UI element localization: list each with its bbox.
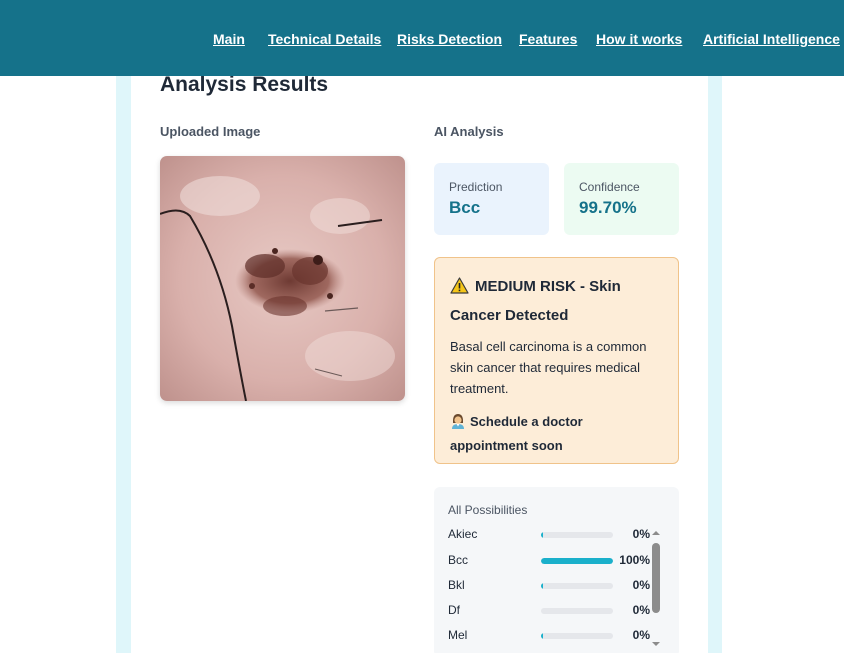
possibility-bar — [541, 532, 613, 538]
uploaded-skin-image — [160, 156, 405, 401]
possibility-row: Mel 0% — [448, 628, 663, 646]
possibility-bar-fill — [541, 633, 543, 639]
risk-description: Basal cell carcinoma is a common skin ca… — [450, 339, 647, 396]
uploaded-image-label: Uploaded Image — [160, 124, 261, 139]
possibility-name: Bcc — [448, 553, 469, 567]
risk-action-text: Schedule a doctor appointment soon — [450, 414, 583, 453]
possibility-bar-fill — [541, 532, 543, 538]
doctor-icon — [450, 413, 466, 435]
prediction-label: Prediction — [449, 180, 503, 194]
possibility-bar — [541, 583, 613, 589]
possibility-name: Akiec — [448, 527, 478, 541]
possibility-bar — [541, 633, 613, 639]
scrollbar-thumb[interactable] — [652, 543, 660, 613]
risk-action: Schedule a doctor appointment soon — [450, 411, 663, 456]
chevron-down-icon[interactable] — [650, 637, 662, 649]
warning-icon — [450, 277, 469, 303]
possibility-row: Bkl 0% — [448, 578, 663, 596]
ai-analysis-label: AI Analysis — [434, 124, 504, 139]
possibility-name: Mel — [448, 628, 468, 642]
results-title: Analysis Results — [160, 73, 329, 96]
possibility-row: Df 0% — [448, 603, 663, 621]
confidence-value: 99.70% — [579, 198, 637, 217]
prediction-card: Prediction Bcc — [434, 163, 549, 235]
possibility-value: 0% — [632, 603, 650, 617]
top-navigation: Main Technical Details Risks Detection F… — [0, 0, 844, 76]
nav-link-main[interactable]: Main — [213, 31, 245, 47]
possibility-bar-fill — [541, 583, 543, 589]
nav-link-artificial-intelligence[interactable]: Artificial Intelligence — [703, 31, 840, 47]
possibility-value: 0% — [632, 628, 650, 642]
risk-title-line: MEDIUM RISK - Skin Cancer Detected — [450, 274, 663, 329]
possibility-name: Df — [448, 603, 460, 617]
nav-link-risks-detection[interactable]: Risks Detection — [397, 31, 502, 47]
possibility-bar — [541, 608, 613, 614]
confidence-card: Confidence 99.70% — [564, 163, 679, 235]
nav-link-technical-details[interactable]: Technical Details — [268, 31, 381, 47]
confidence-label: Confidence — [579, 180, 640, 194]
possibility-value: 0% — [632, 527, 650, 541]
skin-lesion-image — [160, 156, 405, 401]
possibilities-title: All Possibilities — [448, 503, 528, 517]
possibility-value: 0% — [632, 578, 650, 592]
possibility-row: Akiec 0% — [448, 527, 663, 545]
risk-alert: MEDIUM RISK - Skin Cancer Detected Basal… — [434, 257, 679, 464]
prediction-value: Bcc — [449, 198, 481, 217]
possibility-value: 100% — [619, 553, 650, 567]
possibility-row: Bcc 100% — [448, 553, 663, 571]
possibility-name: Bkl — [448, 578, 465, 592]
nav-link-features[interactable]: Features — [519, 31, 577, 47]
chevron-up-icon[interactable] — [650, 526, 662, 538]
risk-title: MEDIUM RISK - Skin Cancer Detected — [450, 278, 621, 324]
possibility-bar-fill — [541, 558, 613, 564]
possibility-bar — [541, 558, 613, 564]
possibilities-panel: All Possibilities Akiec 0% Bcc 100% Bkl … — [434, 487, 679, 653]
nav-link-how-it-works[interactable]: How it works — [596, 31, 682, 47]
